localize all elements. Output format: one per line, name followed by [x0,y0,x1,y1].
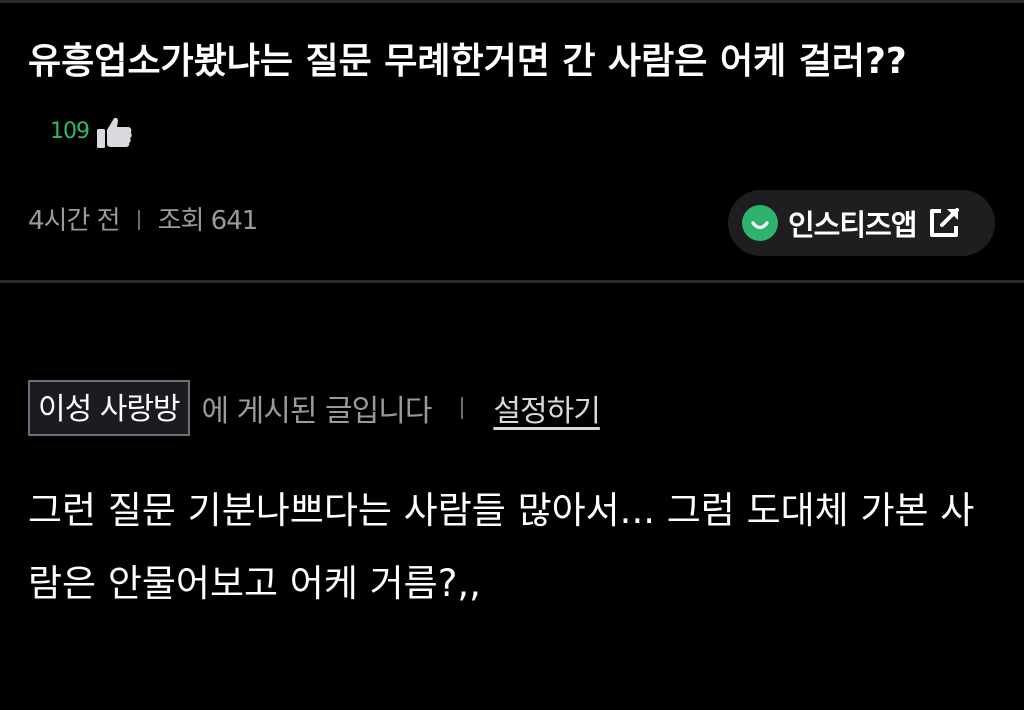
board-separator [461,397,464,419]
external-link-icon [930,208,960,237]
board-info: 이성 사랑방 에 게시된 글입니다 설정하기 [28,378,601,438]
section-divider [0,280,1024,283]
view-count: 조회 641 [157,206,259,236]
thumbs-up-icon[interactable] [95,112,135,152]
top-divider [0,0,1024,3]
board-name-tag[interactable]: 이성 사랑방 [28,380,190,436]
app-button-label: 인스티즈앱 [788,208,917,242]
open-app-button[interactable]: 인스티즈앱 [728,190,995,256]
post-body: 그런 질문 기분나쁘다는 사람들 많아서... 그럼 도대체 가본 사람은 안물… [28,489,975,605]
post-time: 4시간 전 [28,206,121,236]
settings-link[interactable]: 설정하기 [493,386,600,430]
post-meta: 4시간 전 조회 641 [28,203,259,239]
like-count: 109 [50,118,90,144]
post-title: 유흥업소가봤냐는 질문 무례한거면 간 사람은 어케 걸러?? 109 [28,26,988,172]
post-title-text: 유흥업소가봤냐는 질문 무례한거면 간 사람은 어케 걸러?? [28,41,907,82]
smile-logo-icon [742,205,778,241]
meta-separator [137,209,140,230]
board-suffix-text: 에 게시된 글입니다 [201,394,433,429]
like-group[interactable]: 109 [50,95,135,168]
